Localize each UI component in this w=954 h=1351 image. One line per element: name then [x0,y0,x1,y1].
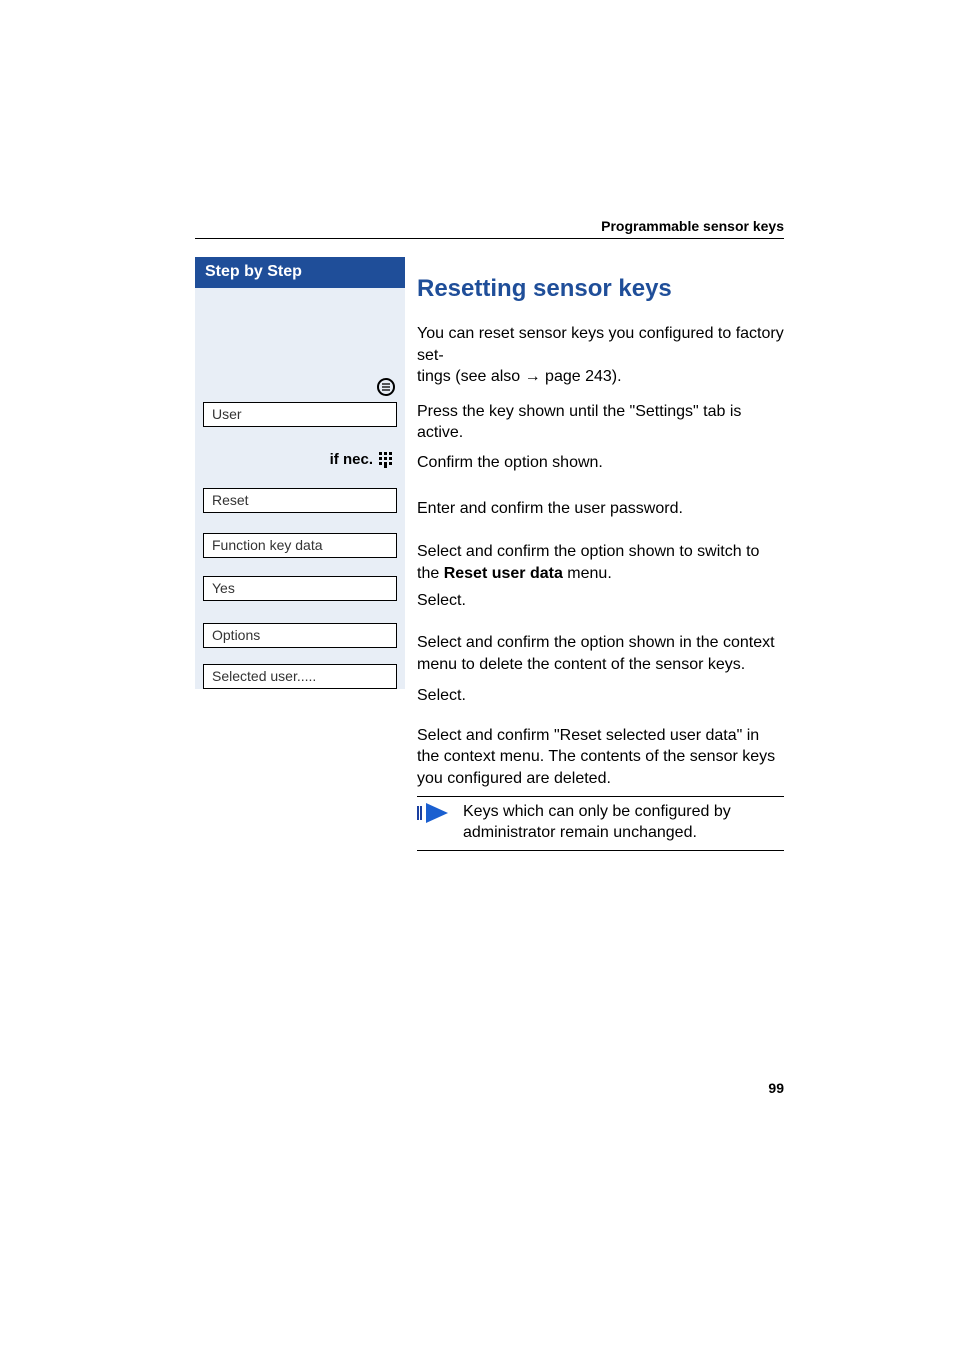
manual-page: Programmable sensor keys Step by Step Us… [0,0,954,1351]
menu-item-yes[interactable]: Yes [203,576,397,601]
menu-item-user[interactable]: User [203,402,397,427]
step-by-step-header: Step by Step [195,257,405,288]
intro-line-1: You can reset sensor keys you configured… [417,325,784,364]
keypad-icon [379,452,395,468]
note-arrow-icon [417,803,453,825]
reset-select-b: menu. [563,565,612,582]
left-column: Step by Step User if nec. [195,257,405,689]
intro-line-2b: page 243). [541,368,622,385]
settings-key-row [203,378,397,396]
running-header: Programmable sensor keys [601,218,784,234]
menu-item-selected-user[interactable]: Selected user..... [203,664,397,689]
reset-select-text: Select and confirm the option shown to s… [417,541,784,584]
settings-key-icon [377,378,395,396]
menu-item-reset[interactable]: Reset [203,488,397,513]
select-text-2: Select. [417,685,784,707]
menu-item-options[interactable]: Options [203,623,397,648]
intro-line-2a: tings (see also [417,368,525,385]
enter-password-text: Enter and confirm the user password. [417,498,784,520]
header-rule [195,238,784,239]
left-shaded-area: User if nec. Reset Funct [195,288,405,689]
section-heading: Resetting sensor keys [417,275,784,303]
yes-text: Select and confirm the option shown in t… [417,632,784,675]
select-text-1: Select. [417,590,784,612]
if-nec-row: if nec. [203,451,397,468]
press-key-text: Press the key shown until the "Settings"… [417,401,784,444]
two-column-layout: Step by Step User if nec. [195,257,784,1081]
right-column: Resetting sensor keys You can reset sens… [405,257,784,851]
menu-item-function-key-data[interactable]: Function key data [203,533,397,558]
selected-user-text: Select and confirm "Reset selected user … [417,725,784,790]
note-box: Keys which can only be configured by adm… [417,796,784,851]
page-number: 99 [768,1080,784,1096]
confirm-option-text: Confirm the option shown. [417,452,784,474]
reset-user-data-bold: Reset user data [444,565,563,582]
intro-paragraph: You can reset sensor keys you configured… [417,323,784,388]
arrow-icon: → [525,368,541,385]
note-text: Keys which can only be configured by adm… [463,801,784,844]
if-nec-label: if nec. [330,451,373,468]
